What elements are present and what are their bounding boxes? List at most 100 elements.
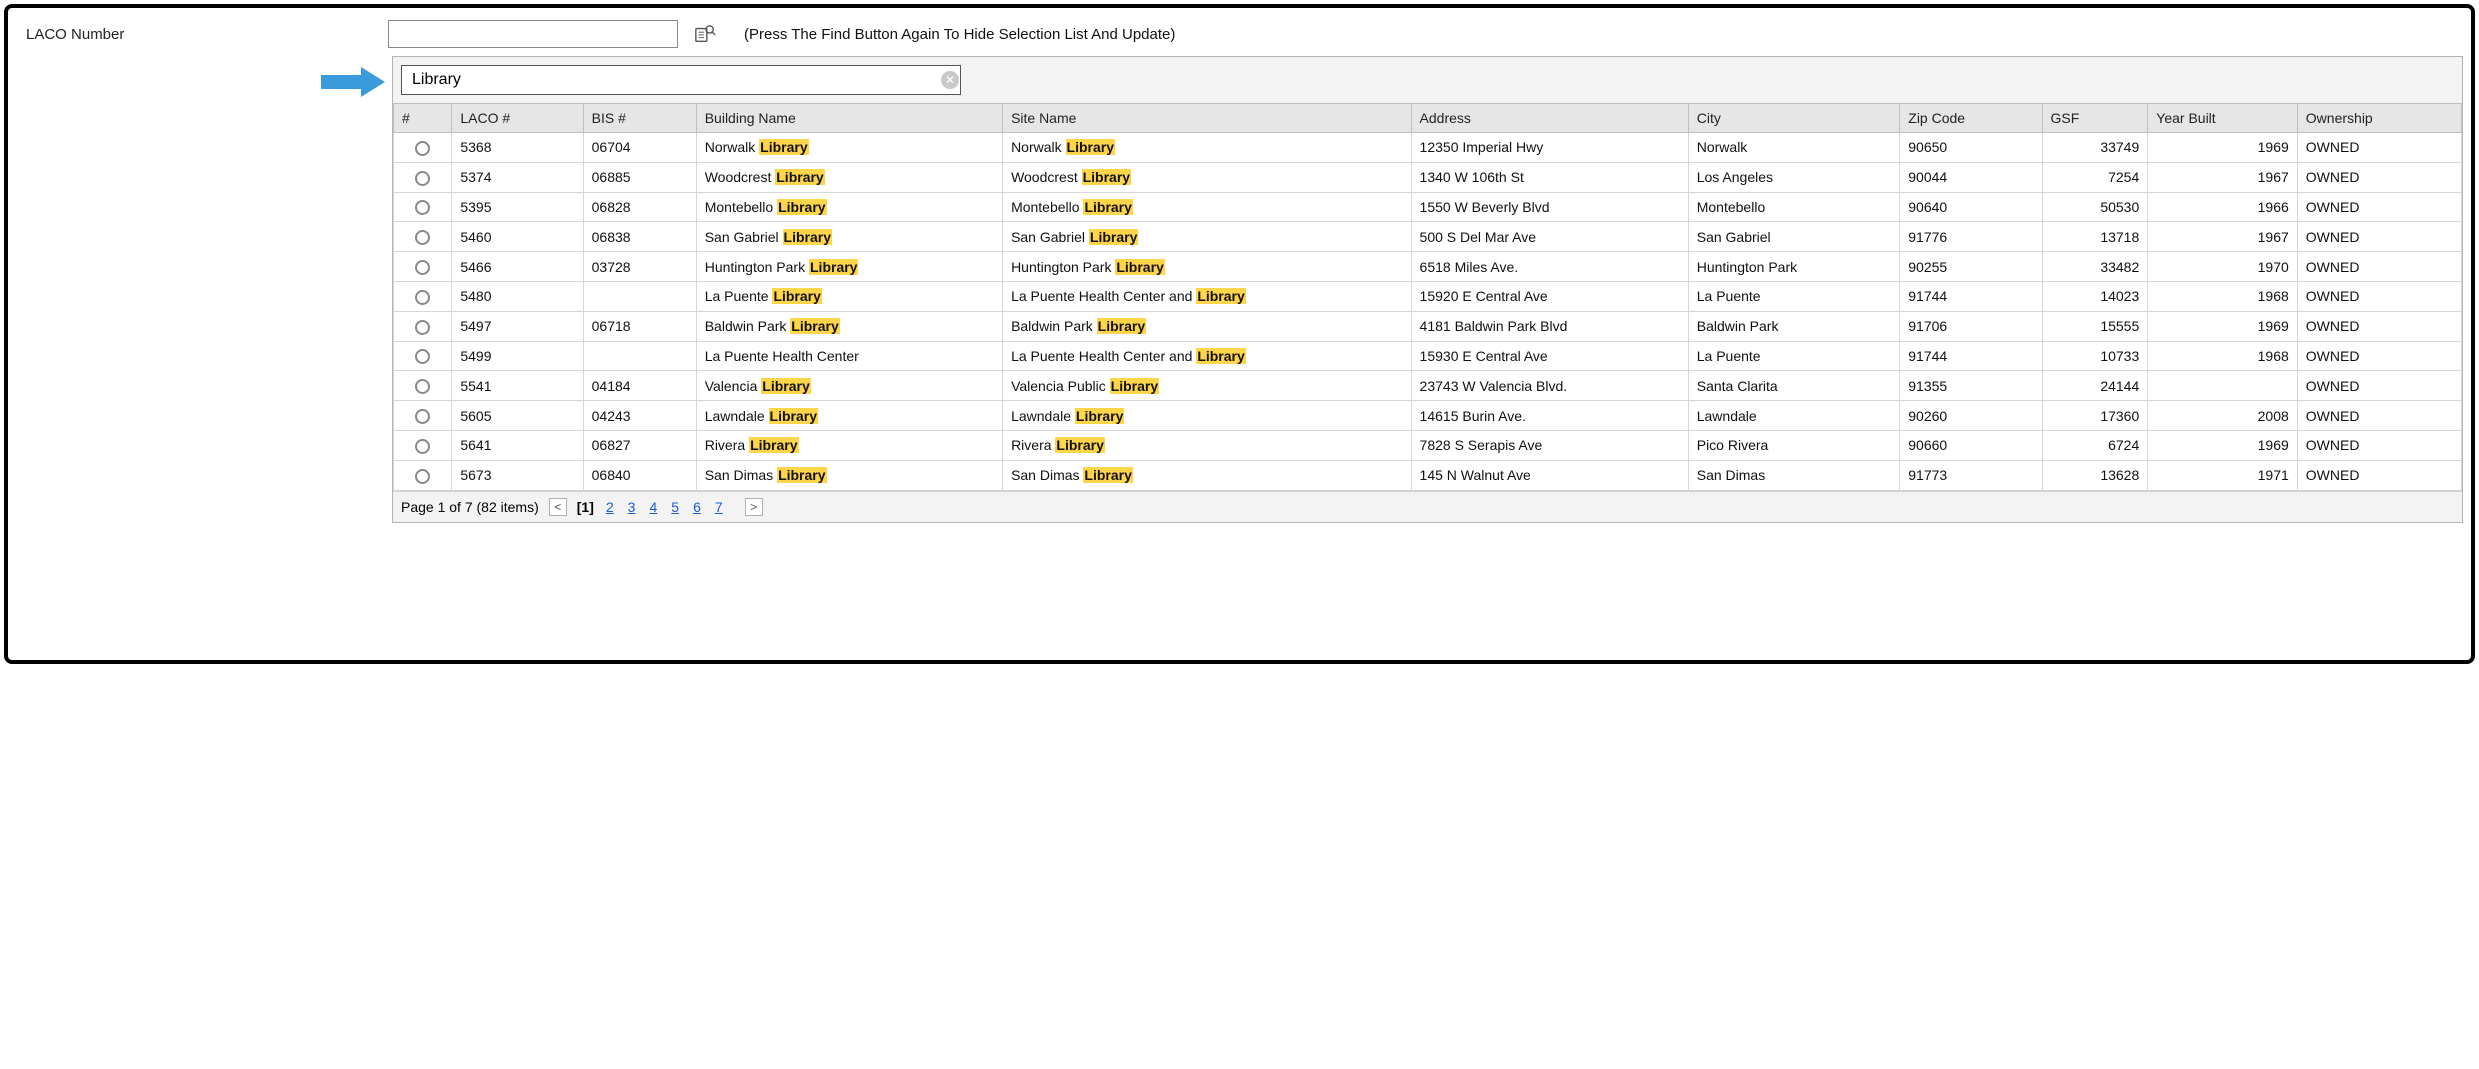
- table-row: 546006838San Gabriel LibrarySan Gabriel …: [394, 222, 2462, 252]
- column-header[interactable]: Year Built: [2148, 104, 2298, 133]
- cell-gsf: 33749: [2042, 133, 2148, 163]
- find-icon[interactable]: [694, 23, 716, 45]
- cell-address: 145 N Walnut Ave: [1411, 460, 1688, 490]
- table-row: 564106827Rivera LibraryRivera Library782…: [394, 430, 2462, 460]
- cell-gsf: 13628: [2042, 460, 2148, 490]
- row-select-radio[interactable]: [415, 171, 430, 186]
- column-header[interactable]: LACO #: [452, 104, 583, 133]
- row-select-radio[interactable]: [415, 260, 430, 275]
- cell-address: 1340 W 106th St: [1411, 162, 1688, 192]
- table-row: 536806704Norwalk LibraryNorwalk Library1…: [394, 133, 2462, 163]
- cell-ownership: OWNED: [2297, 311, 2461, 341]
- cell-ownership: OWNED: [2297, 281, 2461, 311]
- cell-building-name: Lawndale Library: [696, 401, 1002, 431]
- pager-page-link[interactable]: 5: [669, 499, 681, 515]
- column-header[interactable]: Site Name: [1003, 104, 1411, 133]
- laco-number-input[interactable]: [388, 20, 678, 48]
- cell-zip: 91744: [1900, 281, 2042, 311]
- cell-laco: 5605: [452, 401, 583, 431]
- column-header[interactable]: Ownership: [2297, 104, 2461, 133]
- cell-laco: 5460: [452, 222, 583, 252]
- cell-ownership: OWNED: [2297, 252, 2461, 282]
- cell-building-name: San Dimas Library: [696, 460, 1002, 490]
- row-select-radio[interactable]: [415, 349, 430, 364]
- cell-site-name: Norwalk Library: [1003, 133, 1411, 163]
- column-header[interactable]: Address: [1411, 104, 1688, 133]
- cell-bis: 06840: [583, 460, 696, 490]
- cell-year: 1970: [2148, 252, 2298, 282]
- cell-site-name: Valencia Public Library: [1003, 371, 1411, 401]
- column-header[interactable]: #: [394, 104, 452, 133]
- cell-bis: 04243: [583, 401, 696, 431]
- cell-city: San Gabriel: [1688, 222, 1900, 252]
- pager-prev-button[interactable]: <: [549, 498, 567, 516]
- cell-building-name: San Gabriel Library: [696, 222, 1002, 252]
- cell-zip: 90044: [1900, 162, 2042, 192]
- clear-search-icon[interactable]: ✕: [941, 71, 959, 89]
- pager-page-link[interactable]: 4: [647, 499, 659, 515]
- cell-year: 2008: [2148, 401, 2298, 431]
- column-header[interactable]: Zip Code: [1900, 104, 2042, 133]
- cell-zip: 90255: [1900, 252, 2042, 282]
- pager-next-button[interactable]: >: [745, 498, 763, 516]
- column-header[interactable]: City: [1688, 104, 1900, 133]
- cell-bis: [583, 341, 696, 371]
- cell-laco: 5374: [452, 162, 583, 192]
- cell-ownership: OWNED: [2297, 460, 2461, 490]
- search-input[interactable]: [401, 65, 961, 95]
- cell-laco: 5466: [452, 252, 583, 282]
- cell-ownership: OWNED: [2297, 341, 2461, 371]
- cell-ownership: OWNED: [2297, 192, 2461, 222]
- cell-gsf: 7254: [2042, 162, 2148, 192]
- column-header[interactable]: Building Name: [696, 104, 1002, 133]
- table-row: 567306840San Dimas LibrarySan Dimas Libr…: [394, 460, 2462, 490]
- pager: Page 1 of 7 (82 items) < [1]234567 >: [393, 491, 2462, 522]
- cell-city: Huntington Park: [1688, 252, 1900, 282]
- cell-site-name: San Gabriel Library: [1003, 222, 1411, 252]
- row-select-radio[interactable]: [415, 200, 430, 215]
- pager-summary: Page 1 of 7 (82 items): [401, 499, 539, 515]
- column-header[interactable]: GSF: [2042, 104, 2148, 133]
- cell-gsf: 10733: [2042, 341, 2148, 371]
- cell-site-name: La Puente Health Center and Library: [1003, 341, 1411, 371]
- cell-city: Lawndale: [1688, 401, 1900, 431]
- cell-gsf: 14023: [2042, 281, 2148, 311]
- cell-site-name: Lawndale Library: [1003, 401, 1411, 431]
- pager-page-link[interactable]: 2: [604, 499, 616, 515]
- column-header[interactable]: BIS #: [583, 104, 696, 133]
- cell-laco: 5641: [452, 430, 583, 460]
- pager-page-link[interactable]: 7: [713, 499, 725, 515]
- cell-address: 7828 S Serapis Ave: [1411, 430, 1688, 460]
- cell-building-name: Baldwin Park Library: [696, 311, 1002, 341]
- cell-laco: 5541: [452, 371, 583, 401]
- row-select-radio[interactable]: [415, 230, 430, 245]
- row-select-radio[interactable]: [415, 439, 430, 454]
- table-row: 5480La Puente LibraryLa Puente Health Ce…: [394, 281, 2462, 311]
- pager-page-link[interactable]: 3: [626, 499, 638, 515]
- cell-laco: 5499: [452, 341, 583, 371]
- cell-building-name: Rivera Library: [696, 430, 1002, 460]
- cell-year: 1966: [2148, 192, 2298, 222]
- selection-panel: ✕ #LACO #BIS #Building NameSite NameAddr…: [392, 56, 2463, 523]
- pointer-arrow-icon: [321, 67, 385, 100]
- row-select-radio[interactable]: [415, 409, 430, 424]
- cell-site-name: Woodcrest Library: [1003, 162, 1411, 192]
- cell-address: 4181 Baldwin Park Blvd: [1411, 311, 1688, 341]
- cell-year: 1967: [2148, 222, 2298, 252]
- cell-zip: 91776: [1900, 222, 2042, 252]
- cell-gsf: 15555: [2042, 311, 2148, 341]
- pager-page-link[interactable]: 6: [691, 499, 703, 515]
- cell-gsf: 6724: [2042, 430, 2148, 460]
- row-select-radio[interactable]: [415, 379, 430, 394]
- row-select-radio[interactable]: [415, 290, 430, 305]
- cell-address: 12350 Imperial Hwy: [1411, 133, 1688, 163]
- cell-laco: 5480: [452, 281, 583, 311]
- cell-building-name: Woodcrest Library: [696, 162, 1002, 192]
- cell-city: Pico Rivera: [1688, 430, 1900, 460]
- row-select-radio[interactable]: [415, 469, 430, 484]
- cell-site-name: La Puente Health Center and Library: [1003, 281, 1411, 311]
- row-select-radio[interactable]: [415, 141, 430, 156]
- row-select-radio[interactable]: [415, 320, 430, 335]
- cell-zip: 90640: [1900, 192, 2042, 222]
- cell-year: 1968: [2148, 281, 2298, 311]
